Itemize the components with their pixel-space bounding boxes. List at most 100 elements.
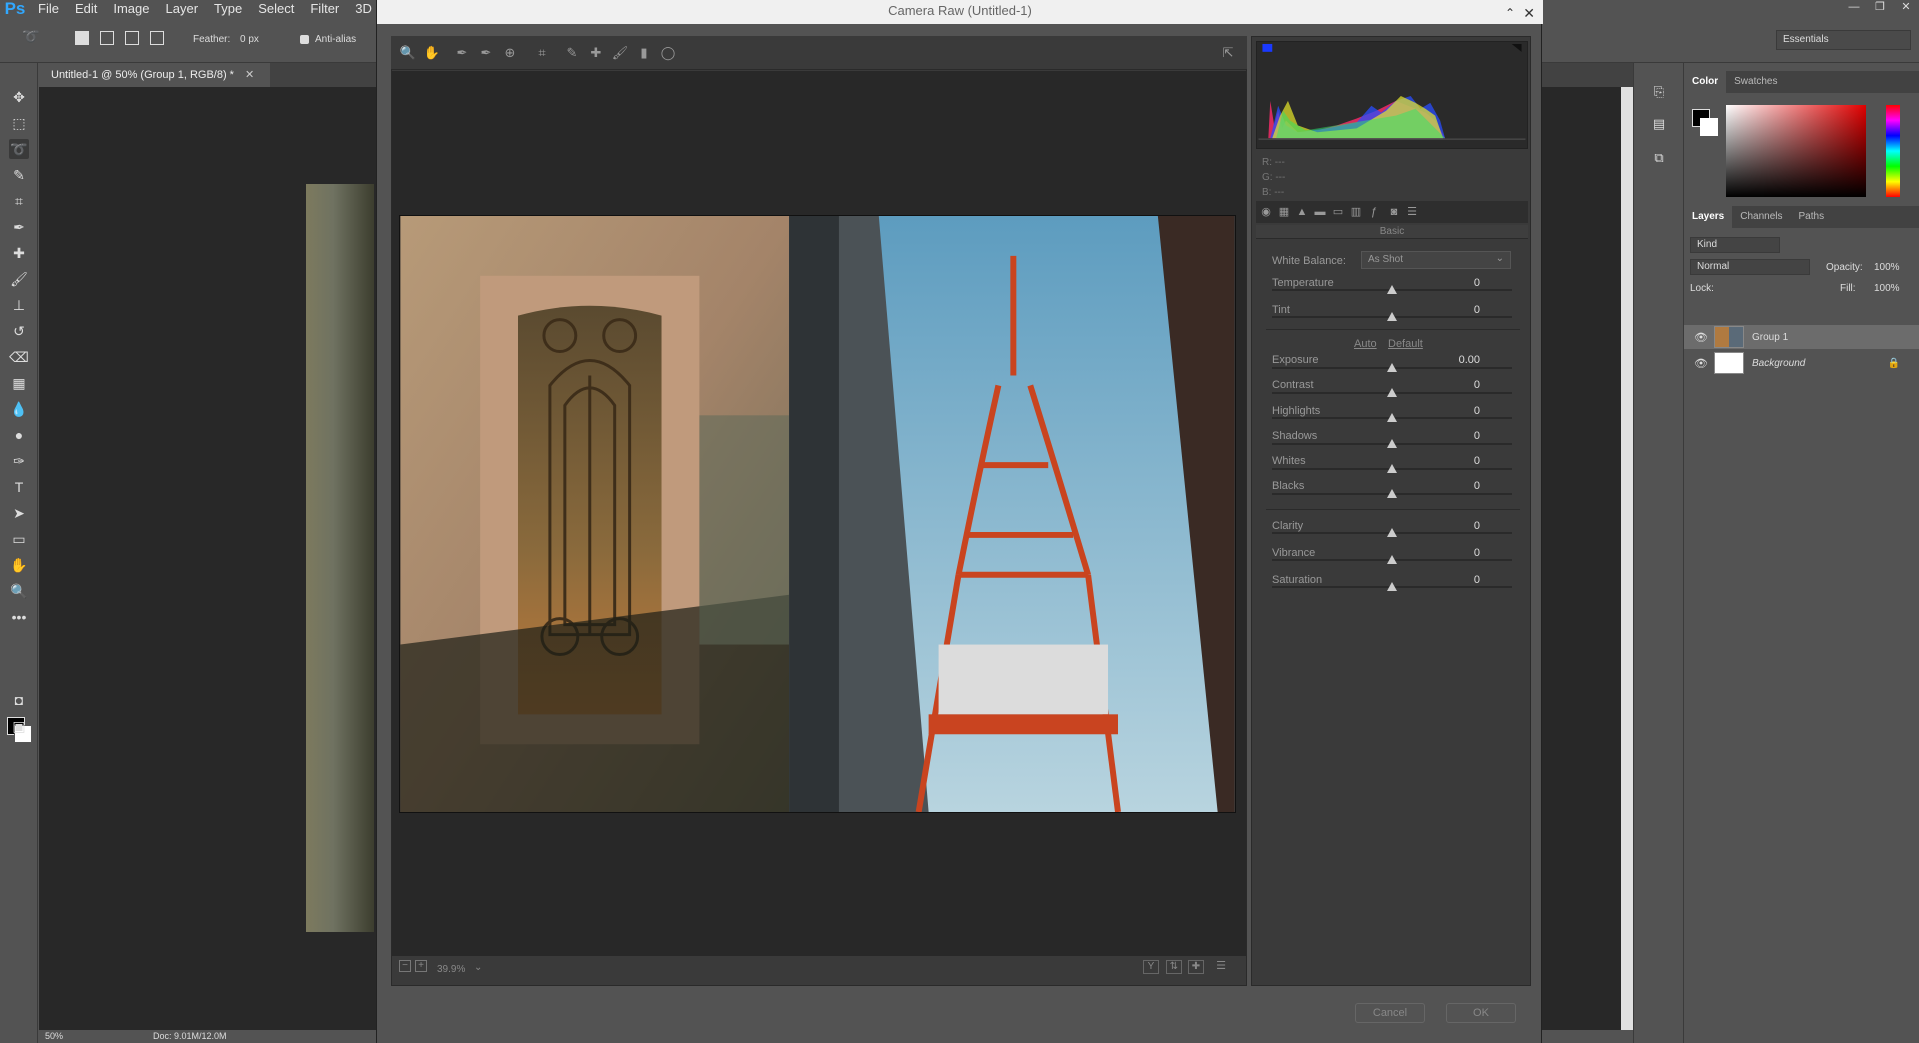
hue-slider[interactable] [1886, 105, 1900, 197]
tint-slider-thumb[interactable] [1387, 312, 1397, 321]
highlights-slider-thumb[interactable] [1387, 413, 1397, 422]
color-sampler-tool-icon[interactable]: ✒ [477, 44, 495, 62]
clarity-slider-thumb[interactable] [1387, 528, 1397, 537]
transform-tool-icon[interactable]: ⌗ [533, 44, 551, 62]
zoom-out-icon[interactable]: − [399, 960, 411, 972]
whites-value[interactable]: 0 [1430, 455, 1480, 467]
exposure-slider-thumb[interactable] [1387, 363, 1397, 372]
fill-value[interactable]: 100% [1874, 283, 1900, 294]
zoom-tool-icon[interactable]: 🔍 [399, 44, 417, 62]
more-tools-icon[interactable]: ••• [9, 607, 29, 627]
basic-tab-icon[interactable]: ◉ [1258, 204, 1274, 220]
layer-row-background[interactable]: 👁 Background 🔒 [1684, 351, 1919, 375]
healing-brush-tool-icon[interactable]: ✚ [9, 243, 29, 263]
menu-edit[interactable]: Edit [67, 0, 105, 17]
tab-color[interactable]: Color [1684, 71, 1727, 93]
tab-swatches[interactable]: Swatches [1726, 71, 1785, 93]
history-panel-icon[interactable]: ⎘ [1648, 81, 1670, 103]
camera-calibration-tab-icon[interactable]: ◙ [1386, 204, 1402, 220]
contrast-value[interactable]: 0 [1430, 379, 1480, 391]
menu-type[interactable]: Type [206, 0, 250, 17]
restore-icon[interactable]: ❐ [1867, 0, 1893, 17]
default-link[interactable]: Default [1388, 338, 1423, 350]
contrast-slider-thumb[interactable] [1387, 388, 1397, 397]
tone-curve-tab-icon[interactable]: ▦ [1276, 204, 1292, 220]
temperature-value[interactable]: 0 [1430, 277, 1480, 289]
tab-channels[interactable]: Channels [1732, 206, 1790, 228]
visibility-eye-icon[interactable]: 👁 [1694, 357, 1708, 370]
subtract-selection-icon[interactable] [125, 31, 139, 45]
color-picker-field[interactable] [1726, 105, 1866, 197]
quick-select-tool-icon[interactable]: ✎ [9, 165, 29, 185]
saturation-slider-thumb[interactable] [1387, 582, 1397, 591]
before-after-toggle-icon[interactable]: Y [1143, 960, 1159, 974]
highlights-value[interactable]: 0 [1430, 405, 1480, 417]
marquee-tool-icon[interactable]: ⬚ [9, 113, 29, 133]
brush-tool-icon[interactable]: 🖌 [9, 269, 29, 289]
zoom-tool-icon[interactable]: 🔍 [9, 581, 29, 601]
adjustments-panel-icon[interactable]: ⧉ [1648, 147, 1670, 169]
preview-settings-icon[interactable]: ☰ [1213, 960, 1229, 974]
workspace-select[interactable]: Essentials [1776, 30, 1911, 50]
adjustment-brush-icon[interactable]: 🖌 [611, 44, 629, 62]
swap-settings-icon[interactable]: ⇅ [1166, 960, 1182, 974]
blacks-slider-thumb[interactable] [1387, 489, 1397, 498]
eyedropper-tool-icon[interactable]: ✒ [9, 217, 29, 237]
radial-filter-icon[interactable]: ◯ [659, 44, 677, 62]
targeted-adjustment-tool-icon[interactable]: ⊕ [501, 44, 519, 62]
pen-tool-icon[interactable]: ✑ [9, 451, 29, 471]
zoom-dropdown-icon[interactable]: ⌄ [474, 962, 482, 973]
red-eye-tool-icon[interactable]: ✚ [587, 44, 605, 62]
shadows-slider-thumb[interactable] [1387, 439, 1397, 448]
close-tab-icon[interactable]: ✕ [245, 69, 254, 81]
intersect-selection-icon[interactable] [150, 31, 164, 45]
color-panel-background-swatch[interactable] [1700, 118, 1718, 136]
menu-file[interactable]: File [30, 0, 67, 17]
document-tab[interactable]: Untitled-1 @ 50% (Group 1, RGB/8) * ✕ [39, 63, 270, 87]
zoom-status[interactable]: 50% [45, 1031, 63, 1041]
zoom-in-icon[interactable]: + [415, 960, 427, 972]
crop-tool-icon[interactable]: ⌗ [9, 191, 29, 211]
screen-mode-icon[interactable]: ▣ [9, 716, 29, 736]
lasso-tool-preset-icon[interactable]: ➰ [22, 28, 39, 45]
zoom-level[interactable]: 39.9% [437, 964, 465, 975]
white-balance-select[interactable]: As Shot ⌄ [1361, 251, 1511, 269]
menu-filter[interactable]: Filter [302, 0, 347, 17]
antialias-checkbox[interactable] [300, 35, 309, 44]
visibility-eye-icon[interactable]: 👁 [1694, 331, 1708, 344]
menu-layer[interactable]: Layer [158, 0, 207, 17]
hand-tool-icon[interactable]: ✋ [423, 44, 441, 62]
type-tool-icon[interactable]: T [9, 477, 29, 497]
maximize-icon[interactable]: ⌃ [1505, 2, 1515, 24]
close-icon[interactable]: ✕ [1523, 2, 1535, 24]
gradient-tool-icon[interactable]: ▦ [9, 373, 29, 393]
shadows-value[interactable]: 0 [1430, 430, 1480, 442]
hsl-tab-icon[interactable]: ▬ [1312, 204, 1328, 220]
move-tool-icon[interactable]: ✥ [9, 87, 29, 107]
white-balance-tool-icon[interactable]: ✒ [453, 44, 471, 62]
graduated-filter-icon[interactable]: ▮ [635, 44, 653, 62]
menu-image[interactable]: Image [105, 0, 157, 17]
spot-removal-tool-icon[interactable]: ✎ [563, 44, 581, 62]
lens-corrections-tab-icon[interactable]: ▥ [1348, 204, 1364, 220]
menu-select[interactable]: Select [250, 0, 302, 17]
dodge-tool-icon[interactable]: ● [9, 425, 29, 445]
presets-tab-icon[interactable]: ☰ [1404, 204, 1420, 220]
clarity-value[interactable]: 0 [1430, 520, 1480, 532]
auto-link[interactable]: Auto [1354, 338, 1377, 350]
fullscreen-toggle-icon[interactable]: ⇱ [1219, 44, 1237, 62]
tab-layers[interactable]: Layers [1684, 206, 1733, 228]
effects-tab-icon[interactable]: ƒ [1366, 204, 1382, 220]
quick-mask-icon[interactable]: ◘ [9, 690, 29, 710]
cancel-button[interactable]: Cancel [1355, 1003, 1425, 1023]
lasso-tool-icon[interactable]: ➰ [9, 139, 29, 159]
path-select-tool-icon[interactable]: ➤ [9, 503, 29, 523]
whites-slider-thumb[interactable] [1387, 464, 1397, 473]
saturation-value[interactable]: 0 [1430, 574, 1480, 586]
tab-paths[interactable]: Paths [1791, 206, 1833, 228]
feather-input[interactable]: 0 px [240, 34, 259, 45]
blend-mode-select[interactable]: Normal [1690, 259, 1810, 275]
minimize-icon[interactable]: — [1841, 0, 1867, 17]
tint-value[interactable]: 0 [1430, 304, 1480, 316]
clone-stamp-tool-icon[interactable]: ⊥ [9, 295, 29, 315]
